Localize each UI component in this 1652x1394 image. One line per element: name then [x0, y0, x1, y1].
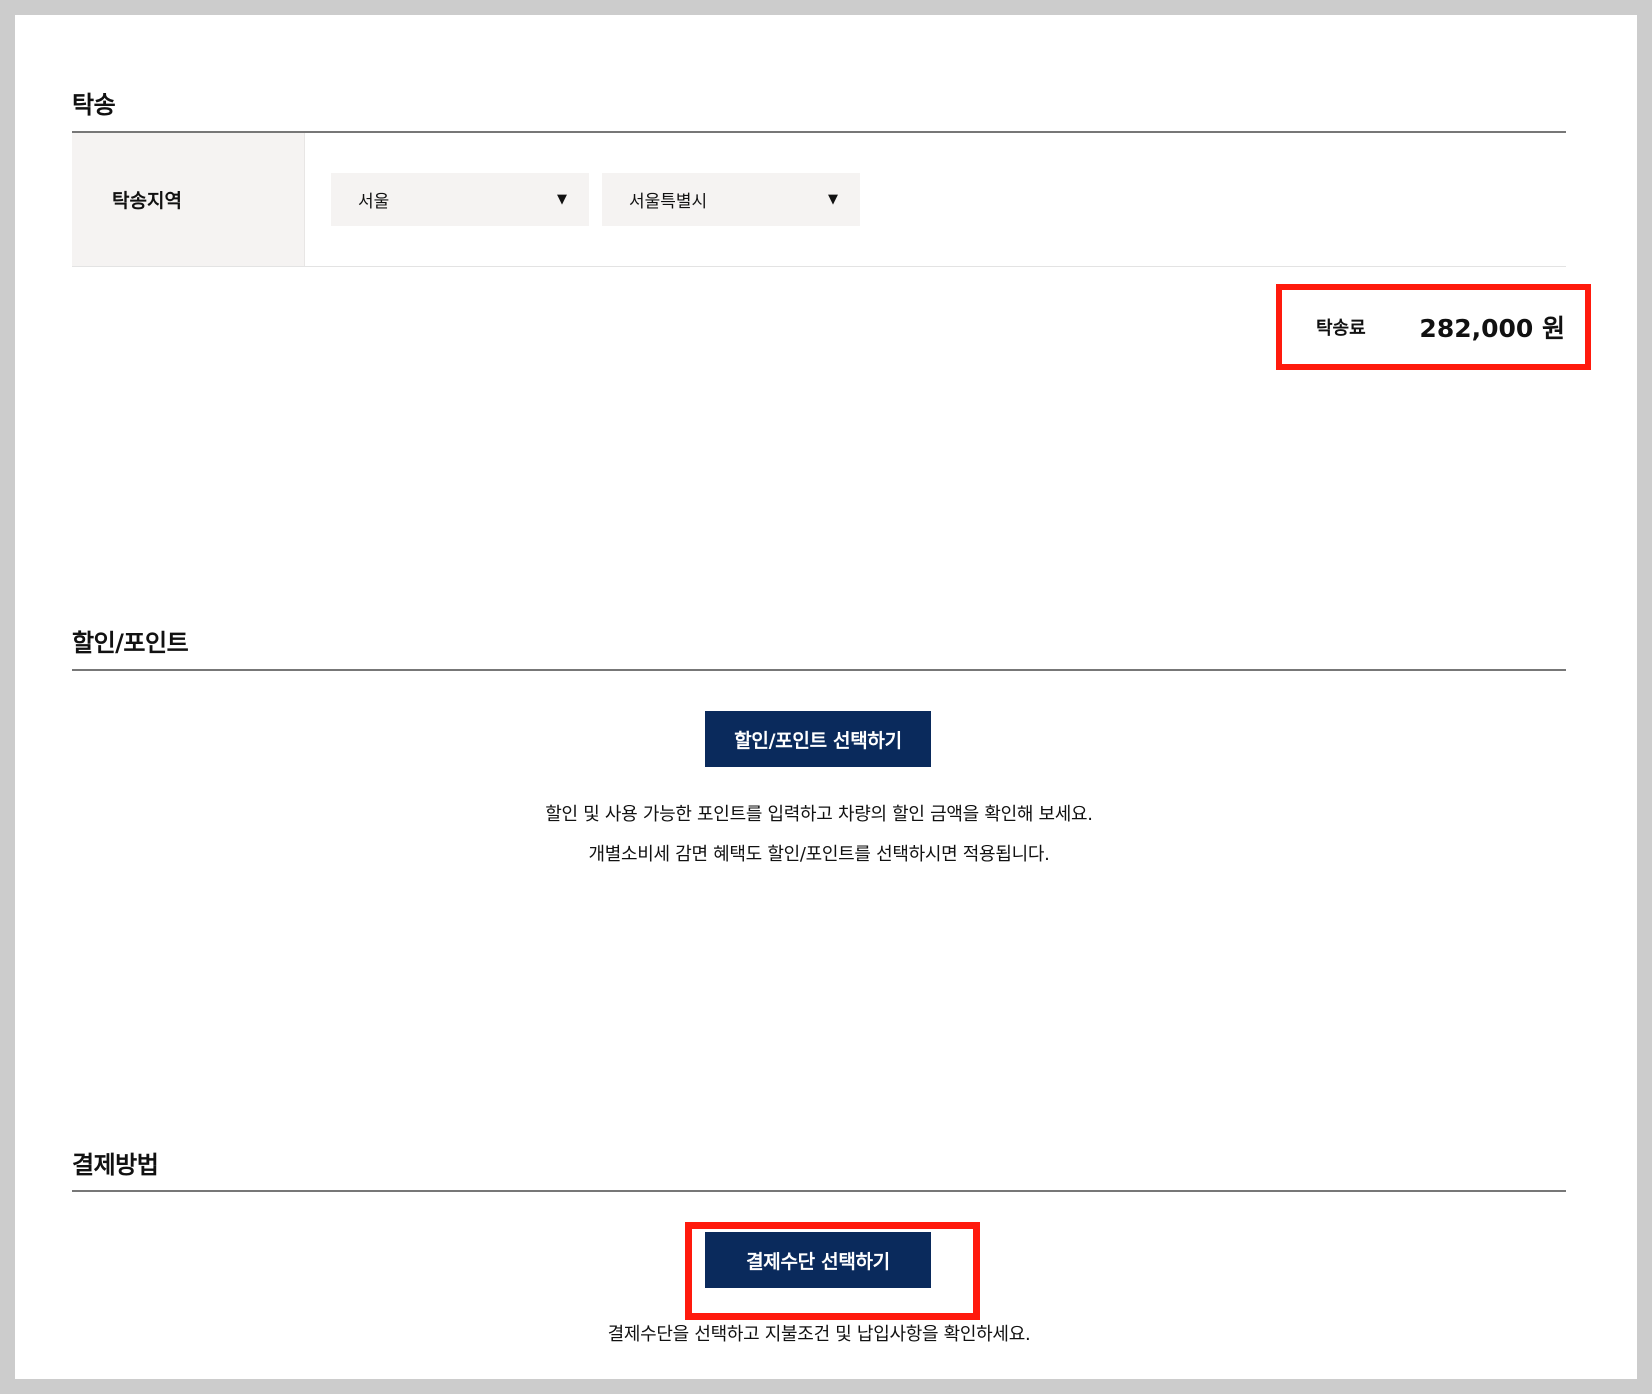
discount-section-divider: [72, 669, 1566, 671]
chevron-down-icon: ▼: [828, 192, 838, 207]
payment-description: 결제수단을 선택하고 지불조건 및 납입사항을 확인하세요.: [607, 1324, 1031, 1345]
delivery-region-label: 탁송지역: [72, 133, 305, 266]
discount-section-title: 할인/포인트: [72, 629, 189, 657]
delivery-fee-label: 탁송료: [1316, 318, 1366, 339]
region-secondary-select[interactable]: 서울특별시 ▼: [602, 173, 860, 226]
region-primary-value: 서울: [358, 192, 390, 212]
delivery-fee-box: 탁송료 282,000 원: [1276, 284, 1591, 370]
delivery-fee-value: 282,000 원: [1419, 314, 1565, 343]
delivery-region-row: 탁송지역 서울 ▼ 서울특별시 ▼: [72, 133, 1566, 267]
main-panel: 탁송 탁송지역 서울 ▼ 서울특별시 ▼ 탁송료 282,000 원 할인/포인…: [15, 15, 1637, 1379]
region-primary-select[interactable]: 서울 ▼: [331, 173, 589, 226]
region-secondary-value: 서울특별시: [629, 192, 708, 212]
payment-section-title: 결제방법: [72, 1151, 159, 1179]
payment-method-select-button[interactable]: 결제수단 선택하기: [705, 1232, 931, 1288]
chevron-down-icon: ▼: [557, 192, 567, 207]
delivery-region-selects: 서울 ▼ 서울특별시 ▼: [305, 133, 860, 266]
delivery-section-title: 탁송: [72, 91, 116, 119]
discount-select-button[interactable]: 할인/포인트 선택하기: [705, 711, 931, 767]
payment-section-divider: [72, 1190, 1566, 1192]
discount-description-line2: 개별소비세 감면 혜택도 할인/포인트를 선택하시면 적용됩니다.: [588, 844, 1050, 865]
discount-description-line1: 할인 및 사용 가능한 포인트를 입력하고 차량의 할인 금액을 확인해 보세요…: [545, 804, 1093, 825]
